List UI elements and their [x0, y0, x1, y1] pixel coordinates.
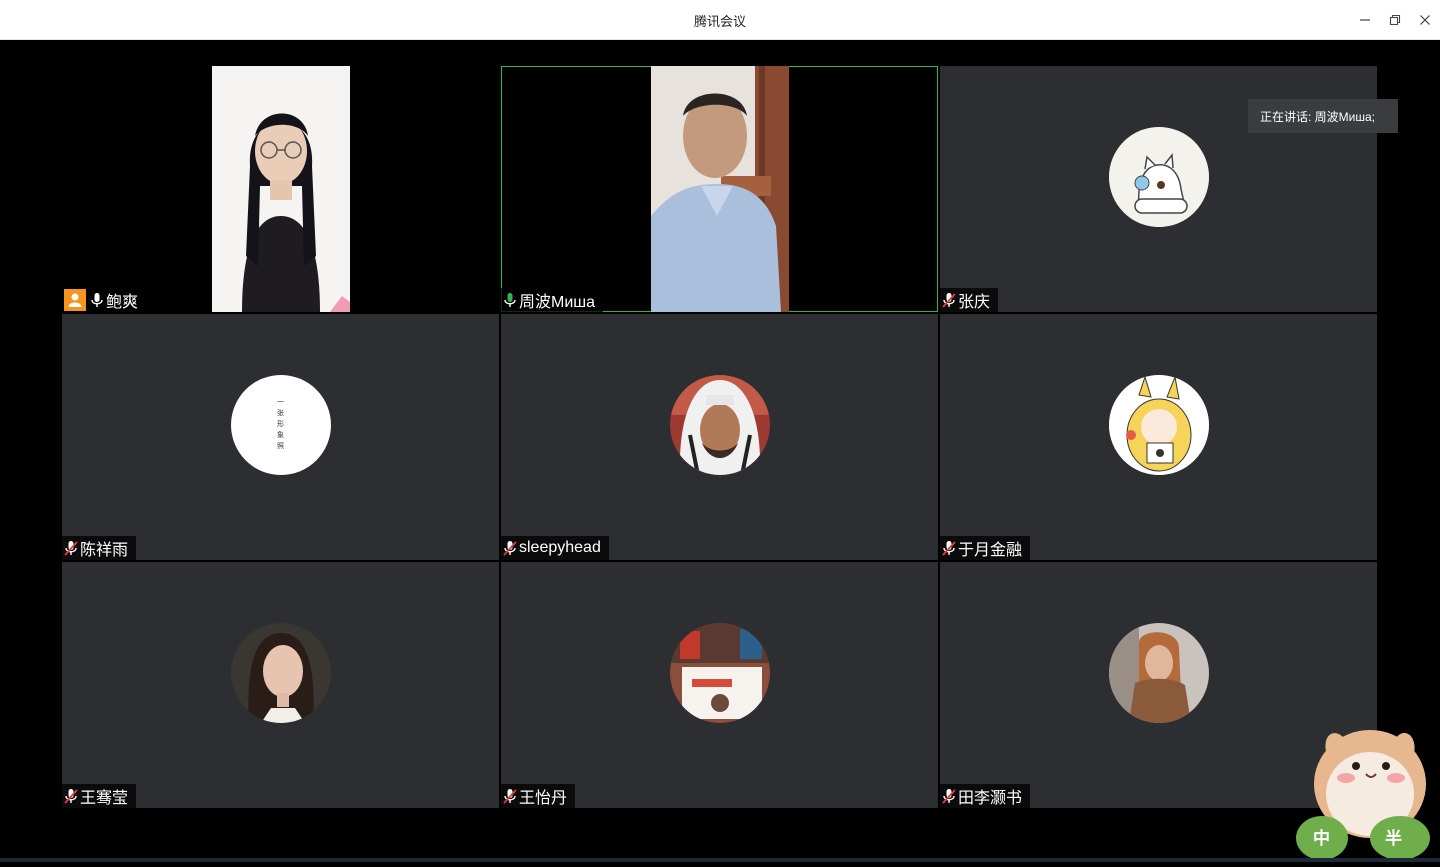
- participant-video: [211, 66, 350, 312]
- participant-name: 张庆: [958, 294, 991, 311]
- speaking-text: 正在讲话: 周波Миша;: [1260, 109, 1376, 124]
- participant-name: sleepyhead: [519, 539, 601, 556]
- participant-nametag: 田李灏书: [940, 784, 1031, 808]
- participant-tile[interactable]: 一张形象照 陈祥雨: [62, 314, 499, 560]
- microphone-muted-icon: [942, 788, 956, 804]
- participant-tile[interactable]: 王骞莹: [62, 562, 499, 808]
- participant-nametag: 周波Миша: [501, 288, 604, 312]
- participant-name: 周波Миша: [519, 294, 596, 311]
- minimize-button[interactable]: [1353, 8, 1377, 32]
- pikachu-avatar: [1108, 375, 1209, 475]
- microphone-muted-icon: [503, 788, 517, 804]
- close-button[interactable]: [1413, 8, 1437, 32]
- participant-nametag: 于月金融: [940, 536, 1031, 560]
- participant-video: [650, 66, 789, 312]
- microphone-speaking-icon: [503, 292, 517, 308]
- participant-tile[interactable]: 鲍爽: [62, 66, 499, 312]
- participant-nametag: 王骞莹: [62, 784, 137, 808]
- participant-tile[interactable]: sleepyhead: [501, 314, 938, 560]
- speaking-indicator: 正在讲话: 周波Миша;: [1248, 99, 1398, 133]
- microphone-muted-icon: [64, 540, 78, 556]
- close-icon: [1420, 15, 1430, 25]
- photo-avatar: [669, 623, 770, 723]
- photo-avatar: [1108, 623, 1209, 723]
- window-title: 腾讯会议: [693, 14, 746, 29]
- participant-nametag: sleepyhead: [501, 536, 609, 560]
- participant-name: 鲍爽: [106, 294, 139, 311]
- participant-tile[interactable]: 于月金融: [940, 314, 1377, 560]
- participant-name: 王怡丹: [519, 790, 568, 807]
- ime-mascot-widget[interactable]: 中 半: [1296, 722, 1440, 862]
- participant-name: 陈祥雨: [80, 542, 129, 559]
- avatar-text: 一张形象照: [277, 399, 284, 450]
- participant-nametag: 鲍爽: [62, 288, 147, 312]
- minimize-icon: [1360, 19, 1370, 21]
- microphone-muted-icon: [942, 292, 956, 308]
- ime-mode-label: 中: [1313, 829, 1330, 848]
- microphone-muted-icon: [503, 540, 517, 556]
- restore-icon: [1389, 14, 1401, 26]
- photo-avatar: [230, 623, 331, 723]
- participant-nametag: 张庆: [940, 288, 999, 312]
- text-avatar: 一张形象照: [230, 375, 331, 475]
- microphone-muted-icon: [942, 540, 956, 556]
- participant-nametag: 陈祥雨: [62, 536, 137, 560]
- video-grid: 鲍爽 周波Миша 张庆 一张形象照 陈祥雨 sleepyhead 于月金融 王…: [0, 40, 1440, 862]
- taskbar-edge: [0, 858, 1440, 862]
- microphone-icon: [90, 292, 104, 308]
- participant-name: 王骞莹: [80, 790, 129, 807]
- participant-tile-active-speaker[interactable]: 周波Миша: [501, 66, 938, 312]
- participant-name: 田李灏书: [958, 790, 1023, 807]
- participant-nametag: 王怡丹: [501, 784, 576, 808]
- participant-tile[interactable]: 王怡丹: [501, 562, 938, 808]
- microphone-muted-icon: [64, 788, 78, 804]
- title-bar: 腾讯会议: [0, 0, 1440, 40]
- photo-avatar: [669, 375, 770, 475]
- host-icon: [64, 289, 86, 311]
- ime-width-label: 半: [1385, 829, 1402, 848]
- participant-name: 于月金融: [958, 542, 1023, 559]
- restore-button[interactable]: [1383, 8, 1407, 32]
- cartoon-cat-avatar: [1108, 127, 1209, 227]
